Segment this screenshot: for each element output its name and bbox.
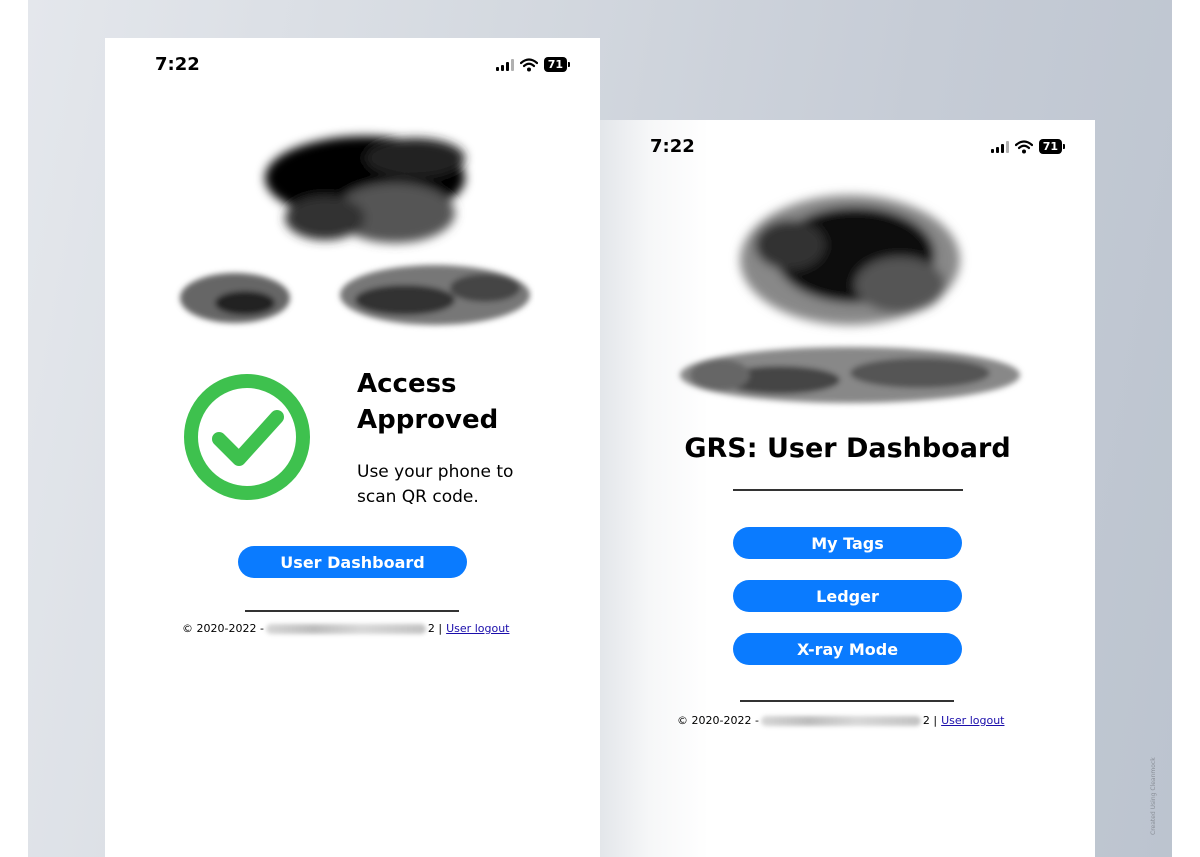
scan-instructions: Use your phone to scan QR code. [357,462,514,507]
copyright-text: © 2020-2022 - [677,714,759,727]
x-ray-mode-button[interactable]: X-ray Mode [733,633,962,665]
divider [245,610,459,612]
status-bar: 7:22 71 [105,38,600,88]
checkmark-circle-icon [184,374,310,500]
wifi-icon [519,57,538,71]
status-bar: 7:22 71 [600,120,1095,170]
heading-line-2: Approved [357,405,499,435]
status-icons: 71 [495,57,570,72]
footer: © 2020-2022 - 2 | User logout [677,714,1004,727]
battery-icon: 71 [543,57,570,72]
footer: © 2020-2022 - 2 | User logout [182,622,509,635]
wifi-icon [1014,139,1033,153]
footer-suffix: 2 | [922,714,938,727]
user-logout-link[interactable]: User logout [446,622,509,635]
battery-level: 71 [543,57,567,72]
status-icons: 71 [990,139,1065,154]
redacted-company-name [265,623,426,634]
status-time: 7:22 [650,136,695,157]
user-dashboard-button[interactable]: User Dashboard [238,546,467,578]
battery-level: 71 [1038,139,1062,154]
divider [733,489,963,491]
footer-suffix: 2 | [427,622,443,635]
user-dashboard-screen: 7:22 71 GRS: User Dashboard My Tags Ledg… [600,120,1095,857]
redacted-logo [180,136,530,325]
redacted-company-name [760,715,921,726]
cellular-signal-icon [990,140,1009,153]
watermark: Created Using Cleanmock [1150,757,1157,835]
battery-icon: 71 [1038,139,1065,154]
copyright-text: © 2020-2022 - [182,622,264,635]
access-approved-screen: 7:22 71 Access Approved Use your phone t… [105,38,600,857]
heading-line-1: Access [357,369,457,399]
user-logout-link[interactable]: User logout [941,714,1004,727]
my-tags-button[interactable]: My Tags [733,527,962,559]
status-time: 7:22 [155,54,200,75]
access-approved-heading: Access Approved [357,366,577,438]
cellular-signal-icon [495,58,514,71]
redacted-logo [680,195,1020,403]
ledger-button[interactable]: Ledger [733,580,962,612]
divider [740,700,954,702]
page-title: GRS: User Dashboard [684,433,1011,464]
